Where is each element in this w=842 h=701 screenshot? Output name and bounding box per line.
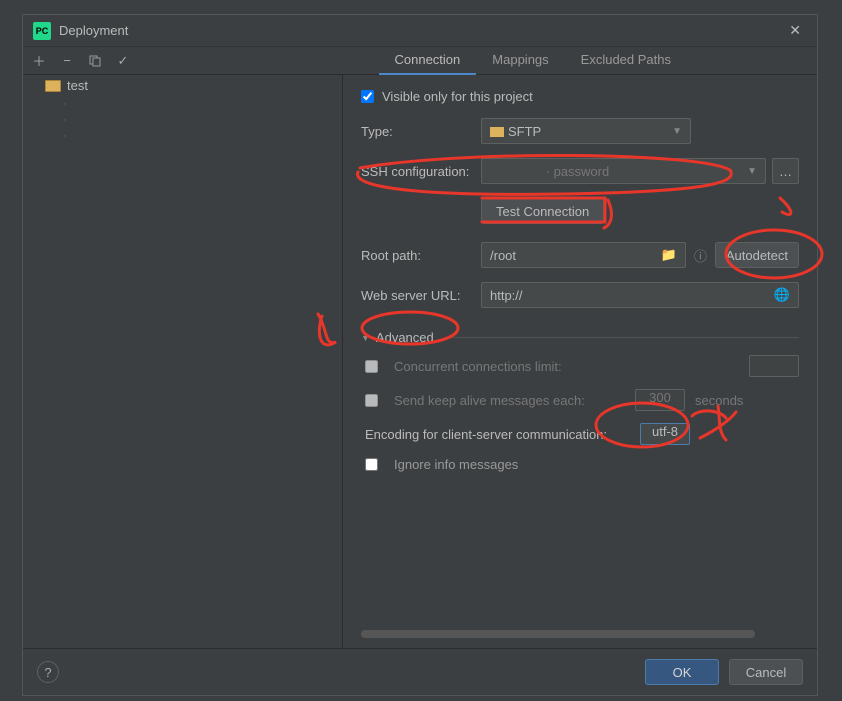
globe-icon: 🌐 xyxy=(774,287,790,303)
server-icon xyxy=(45,80,61,92)
web-url-field[interactable]: http:// 🌐 xyxy=(481,282,799,308)
horizontal-scrollbar[interactable] xyxy=(361,630,799,640)
sidebar-item-test[interactable]: test xyxy=(23,75,342,96)
advanced-header[interactable]: ▼ Advanced xyxy=(361,330,799,345)
encoding-label: Encoding for client-server communication… xyxy=(365,427,640,442)
add-button[interactable]: ＋ xyxy=(27,49,51,73)
content-row: test · · · Visible only for this project… xyxy=(23,75,817,648)
type-value: SFTP xyxy=(508,124,541,139)
keepalive-row: Send keep alive messages each: 300 secon… xyxy=(361,389,799,411)
ok-button[interactable]: OK xyxy=(645,659,719,685)
main-panel: Visible only for this project Type: SFTP… xyxy=(343,75,817,648)
advanced-label: Advanced xyxy=(376,330,434,345)
test-connection-row: Test Connection xyxy=(361,198,799,224)
sftp-icon xyxy=(490,127,504,137)
autodetect-button[interactable]: Autodetect xyxy=(715,242,799,268)
keepalive-label: Send keep alive messages each: xyxy=(394,393,585,408)
concurrent-label: Concurrent connections limit: xyxy=(394,359,562,374)
toolbar: ＋ − ✓ Connection Mappings Excluded Paths xyxy=(23,47,817,75)
window-title: Deployment xyxy=(59,23,783,38)
ssh-config-value: xxxxxxxx · password xyxy=(490,164,609,179)
footer: ? OK Cancel xyxy=(23,648,817,695)
web-url-label: Web server URL: xyxy=(361,288,481,303)
visible-only-checkbox[interactable] xyxy=(361,90,374,103)
sidebar: test · · · xyxy=(23,75,343,648)
help-icon[interactable]: ⓘ xyxy=(694,246,707,265)
visible-only-row: Visible only for this project xyxy=(361,89,799,104)
tab-mappings[interactable]: Mappings xyxy=(476,46,564,75)
visible-only-label: Visible only for this project xyxy=(382,89,533,104)
ignore-info-label: Ignore info messages xyxy=(394,457,518,472)
type-label: Type: xyxy=(361,124,481,139)
encoding-input[interactable]: utf-8 xyxy=(640,423,690,445)
keepalive-input[interactable]: 300 xyxy=(635,389,685,411)
remove-button[interactable]: − xyxy=(55,49,79,73)
ssh-config-browse-button[interactable]: … xyxy=(772,158,799,184)
titlebar: PC Deployment ✕ xyxy=(23,15,817,47)
concurrent-checkbox[interactable] xyxy=(365,360,378,373)
web-url-value: http:// xyxy=(490,288,774,303)
sidebar-subitem-1: · xyxy=(23,96,342,112)
cancel-button[interactable]: Cancel xyxy=(729,659,803,685)
type-row: Type: SFTP ▼ xyxy=(361,118,799,144)
copy-icon xyxy=(88,54,102,68)
chevron-down-icon: ▼ xyxy=(672,126,682,137)
scrollbar-thumb[interactable] xyxy=(361,630,755,638)
sidebar-subitem-2: · xyxy=(23,112,342,128)
chevron-down-icon: ▼ xyxy=(747,166,757,177)
sidebar-item-label: test xyxy=(67,78,88,93)
keepalive-checkbox[interactable] xyxy=(365,394,378,407)
ignore-info-row: Ignore info messages xyxy=(361,457,799,472)
app-icon: PC xyxy=(33,22,51,40)
root-path-field[interactable]: /root 📁 xyxy=(481,242,686,268)
concurrent-input[interactable] xyxy=(749,355,799,377)
ssh-label: SSH configuration: xyxy=(361,164,481,179)
root-path-row: Root path: /root 📁 ⓘ Autodetect xyxy=(361,242,799,268)
root-path-value: /root xyxy=(490,248,661,263)
type-dropdown[interactable]: SFTP ▼ xyxy=(481,118,691,144)
keepalive-unit: seconds xyxy=(695,393,743,408)
tab-connection[interactable]: Connection xyxy=(379,46,477,75)
close-button[interactable]: ✕ xyxy=(783,20,807,41)
web-url-row: Web server URL: http:// 🌐 xyxy=(361,282,799,308)
divider xyxy=(448,337,799,338)
tabs-bar: Connection Mappings Excluded Paths xyxy=(379,47,818,75)
deployment-dialog: PC Deployment ✕ ＋ − ✓ Connection Mapping… xyxy=(22,14,818,696)
ssh-config-dropdown[interactable]: xxxxxxxx · password ▼ xyxy=(481,158,766,184)
ignore-info-checkbox[interactable] xyxy=(365,458,378,471)
folder-icon[interactable]: 📁 xyxy=(661,247,677,263)
encoding-row: Encoding for client-server communication… xyxy=(361,423,799,445)
test-connection-button[interactable]: Test Connection xyxy=(481,198,604,224)
tab-excluded-paths[interactable]: Excluded Paths xyxy=(565,46,687,75)
concurrent-row: Concurrent connections limit: xyxy=(361,355,799,377)
collapse-triangle-icon: ▼ xyxy=(361,333,370,343)
apply-button[interactable]: ✓ xyxy=(111,49,135,73)
help-button[interactable]: ? xyxy=(37,661,59,683)
ssh-row: SSH configuration: xxxxxxxx · password ▼… xyxy=(361,158,799,184)
sidebar-subitem-3: · xyxy=(23,128,342,144)
copy-button[interactable] xyxy=(83,49,107,73)
root-path-label: Root path: xyxy=(361,248,481,263)
